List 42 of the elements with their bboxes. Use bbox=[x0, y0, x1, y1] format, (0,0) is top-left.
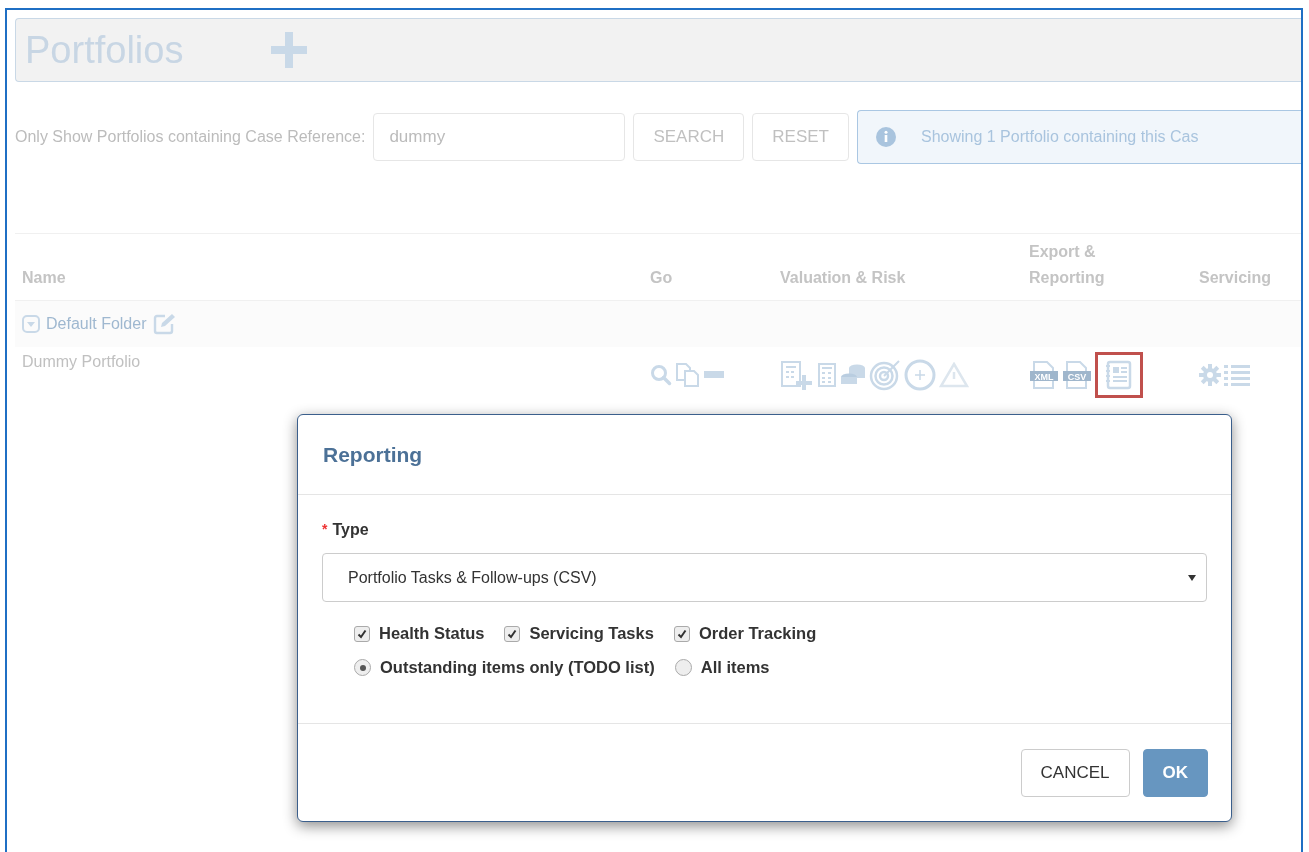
warning-icon[interactable] bbox=[939, 362, 969, 388]
collapse-icon[interactable] bbox=[22, 315, 40, 333]
info-icon bbox=[875, 127, 896, 147]
folder-name[interactable]: Default Folder bbox=[46, 315, 147, 333]
settings-icon[interactable] bbox=[1199, 364, 1221, 386]
info-message: Showing 1 Portfolio containing this Cas bbox=[920, 128, 1199, 146]
list-icon[interactable] bbox=[1224, 364, 1250, 386]
case-reference-field[interactable]: dummy bbox=[373, 113, 626, 161]
ok-button[interactable]: OK bbox=[1142, 748, 1208, 797]
calculator-add-icon[interactable] bbox=[780, 360, 814, 390]
radio-label: Outstanding items only (TODO list) bbox=[380, 658, 655, 677]
radio-button[interactable] bbox=[674, 659, 692, 676]
checkbox-label: Order Tracking bbox=[698, 624, 817, 643]
column-header: Name bbox=[21, 268, 67, 288]
checkbox-label: Servicing Tasks bbox=[529, 624, 654, 643]
edit-icon[interactable] bbox=[152, 313, 177, 335]
dialog-title: Reporting bbox=[323, 442, 423, 467]
minus-icon[interactable] bbox=[704, 371, 724, 379]
column-header: Valuation & Risk bbox=[780, 268, 907, 288]
calculator-icon[interactable] bbox=[817, 362, 837, 388]
reset-button[interactable]: RESET bbox=[752, 113, 849, 161]
checkbox-label: Health Status bbox=[379, 624, 485, 643]
copy-icon[interactable] bbox=[675, 362, 701, 388]
caret-icon bbox=[1188, 574, 1196, 581]
column-header: Go bbox=[650, 268, 674, 288]
column-header: Servicing bbox=[1199, 268, 1272, 288]
search-icon[interactable] bbox=[650, 364, 672, 386]
required-mark: * bbox=[322, 521, 328, 539]
checkbox[interactable] bbox=[504, 625, 521, 642]
checkbox[interactable] bbox=[673, 625, 690, 642]
cancel-button[interactable]: CANCEL bbox=[1020, 748, 1130, 797]
search-button[interactable]: SEARCH bbox=[633, 113, 745, 161]
target-icon[interactable] bbox=[869, 359, 901, 391]
type-label: Type bbox=[332, 521, 369, 539]
type-select[interactable]: Portfolio Tasks & Follow-ups (CSV) bbox=[322, 553, 1207, 602]
radio-label: All items bbox=[700, 658, 770, 677]
filter-label: Only Show Portfolios containing Case Reference: bbox=[15, 128, 366, 146]
radio-button[interactable] bbox=[354, 659, 371, 676]
add-icon[interactable] bbox=[271, 32, 308, 68]
checkbox[interactable] bbox=[354, 625, 370, 642]
column-header: Export & Reporting bbox=[1029, 242, 1106, 288]
portfolio-name[interactable]: Dummy Portfolio bbox=[15, 347, 650, 371]
